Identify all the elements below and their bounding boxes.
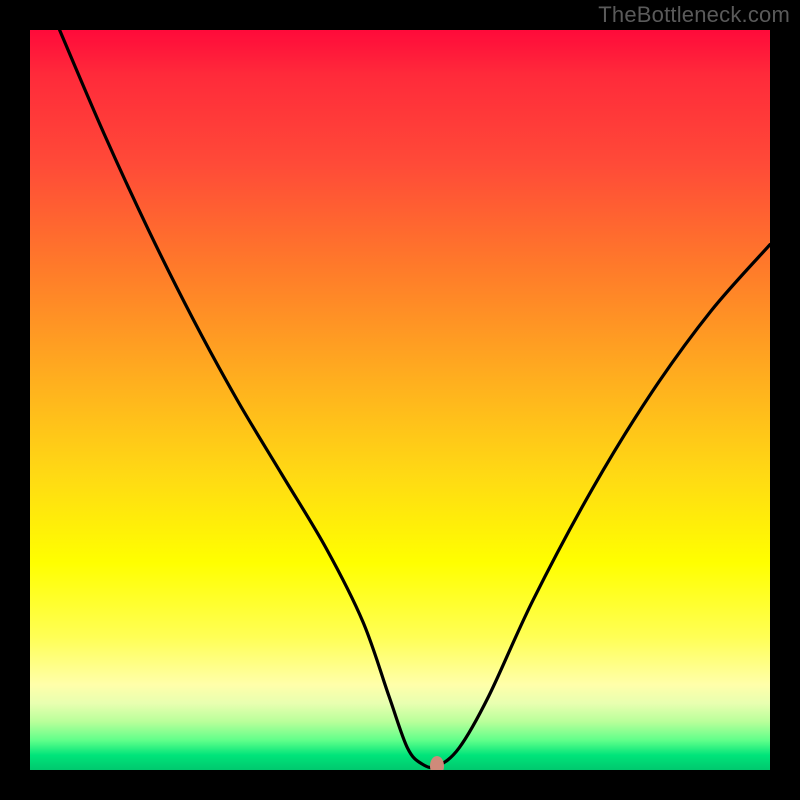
plot-area	[30, 30, 770, 770]
watermark-text: TheBottleneck.com	[598, 2, 790, 28]
chart-frame: TheBottleneck.com	[0, 0, 800, 800]
optimal-point-marker	[430, 756, 444, 770]
bottleneck-curve	[30, 30, 770, 770]
